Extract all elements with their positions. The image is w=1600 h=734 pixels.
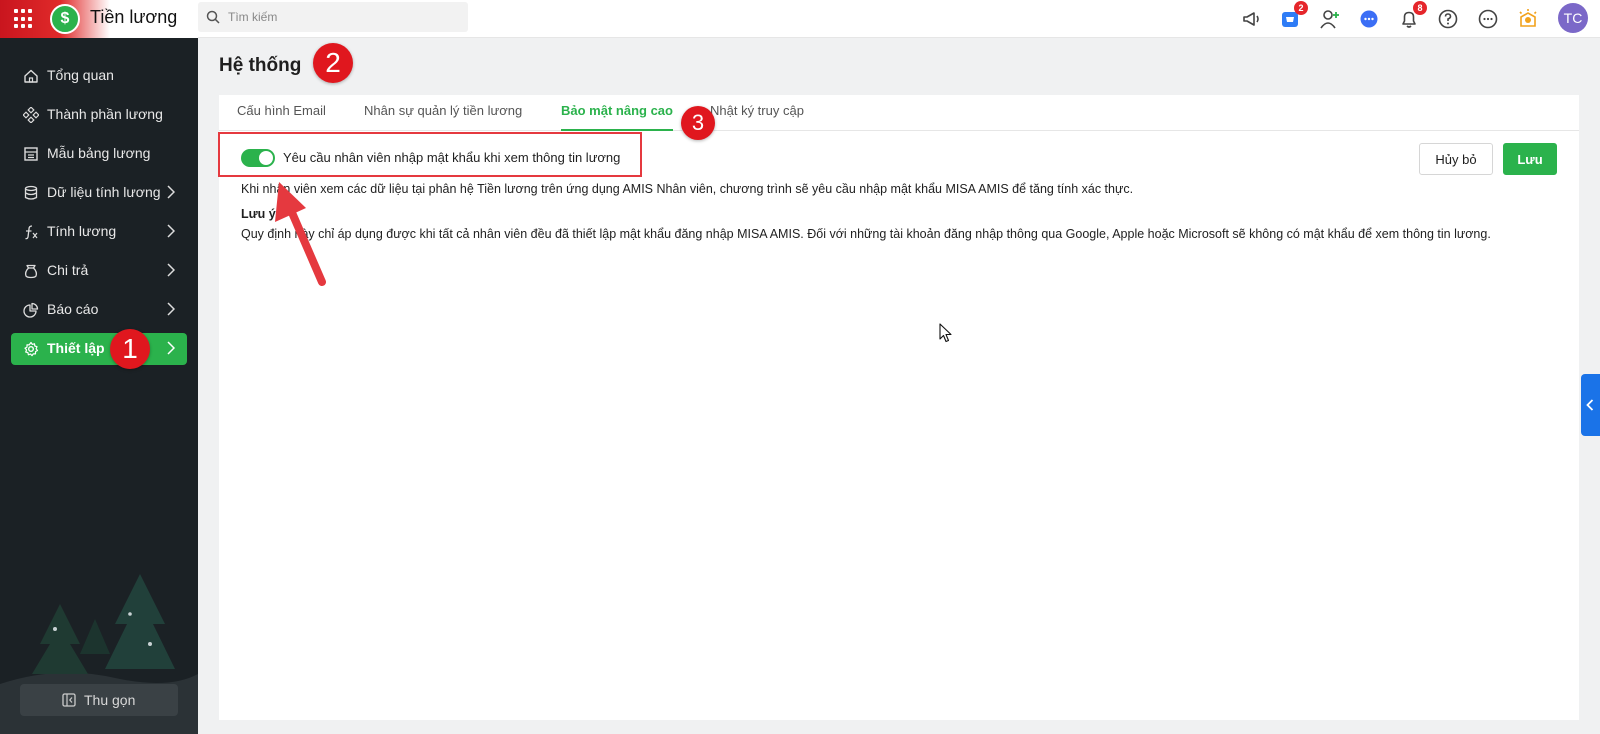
note-text: Quy định này chỉ áp dụng được khi tất cả… [241,227,1491,241]
announcement-icon[interactable] [1240,7,1264,31]
tab-payroll-managers[interactable]: Nhân sự quản lý tiền lương [364,103,522,131]
function-icon [25,225,38,240]
sun-theme-icon[interactable] [1516,7,1540,31]
sidebar-item-label: Mẫu bảng lương [47,145,151,161]
database-icon [24,185,38,200]
sidebar: Tổng quan Thành phần lương Mẫu bảng lươn… [0,38,198,734]
sidebar-item-label: Thành phần lương [47,106,163,122]
collapse-button[interactable]: Thu gọn [20,684,178,716]
chat-icon[interactable] [1357,7,1381,31]
search-input[interactable] [228,2,458,32]
step-marker-1: 1 [110,329,150,369]
sidebar-item-payment[interactable]: Chi trả [11,255,187,287]
step-marker-2: 2 [313,43,353,83]
brand-area: $ Tiền lương [0,0,198,38]
cancel-button[interactable]: Hủy bỏ [1419,143,1493,175]
top-bar: $ Tiền lương 2 8 TC [0,0,1600,38]
page-title: Hệ thống [219,55,302,76]
step-marker-3: 3 [681,106,715,140]
sidebar-item-settings[interactable]: Thiết lập [11,333,187,365]
chevron-right-icon [167,341,175,355]
side-panel-handle[interactable] [1581,374,1600,436]
chevron-right-icon [167,224,175,238]
chevron-left-icon [1586,399,1594,411]
cart-icon[interactable]: 2 [1278,1,1308,31]
sidebar-item-salary-components[interactable]: Thành phần lương [11,99,187,131]
sidebar-item-label: Chi trả [47,262,89,278]
sidebar-item-overview[interactable]: Tổng quan [11,60,187,92]
sidebar-item-payroll-data[interactable]: Dữ liệu tính lương [11,177,187,209]
sidebar-item-label: Tổng quan [47,67,114,83]
sidebar-item-label: Dữ liệu tính lương [47,184,161,200]
avatar[interactable]: TC [1558,3,1588,33]
collapse-label: Thu gọn [84,692,136,708]
more-options-icon[interactable] [1476,7,1500,31]
app-grid-icon[interactable] [14,9,34,29]
settings-card: Cấu hình Email Nhân sự quản lý tiền lươn… [219,95,1579,720]
gear-icon [24,341,39,357]
sidebar-item-label: Tính lương [47,223,117,239]
app-title: Tiền lương [90,7,178,27]
sidebar-item-reports[interactable]: Báo cáo [11,294,187,326]
feature-description: Khi nhân viên xem các dữ liệu tại phân h… [241,182,1134,196]
mouse-cursor-icon [939,323,952,343]
bell-icon[interactable]: 8 [1397,1,1427,31]
tab-bar: Cấu hình Email Nhân sự quản lý tiền lươn… [219,95,1579,131]
search-icon [206,10,220,24]
annotation-arrow-icon [275,182,326,286]
search-box[interactable] [198,2,468,32]
components-icon [23,107,39,123]
chevron-right-icon [167,263,175,277]
sidebar-item-payroll-calculation[interactable]: Tính lương [11,216,187,248]
sidebar-item-payroll-template[interactable]: Mẫu bảng lương [11,138,187,170]
notification-badge: 8 [1413,1,1427,15]
collapse-sidebar-icon [62,693,76,707]
money-bag-icon [24,264,38,279]
sidebar-item-label: Thiết lập [47,340,105,356]
save-button[interactable]: Lưu [1503,143,1557,175]
highlight-box [218,132,642,177]
cart-badge: 2 [1294,1,1308,15]
pie-chart-icon [23,302,39,318]
help-icon[interactable] [1436,7,1460,31]
sidebar-item-label: Báo cáo [47,301,99,317]
tab-email-config[interactable]: Cấu hình Email [237,103,326,131]
home-icon [24,69,38,83]
tab-access-log[interactable]: Nhật ký truy cập [710,103,804,131]
salary-logo-icon: $ [50,4,80,34]
chevron-right-icon [167,302,175,316]
tab-advanced-security[interactable]: Bảo mật nâng cao [561,103,673,131]
template-icon [24,147,38,161]
chevron-right-icon [167,185,175,199]
add-user-icon[interactable] [1318,7,1342,31]
